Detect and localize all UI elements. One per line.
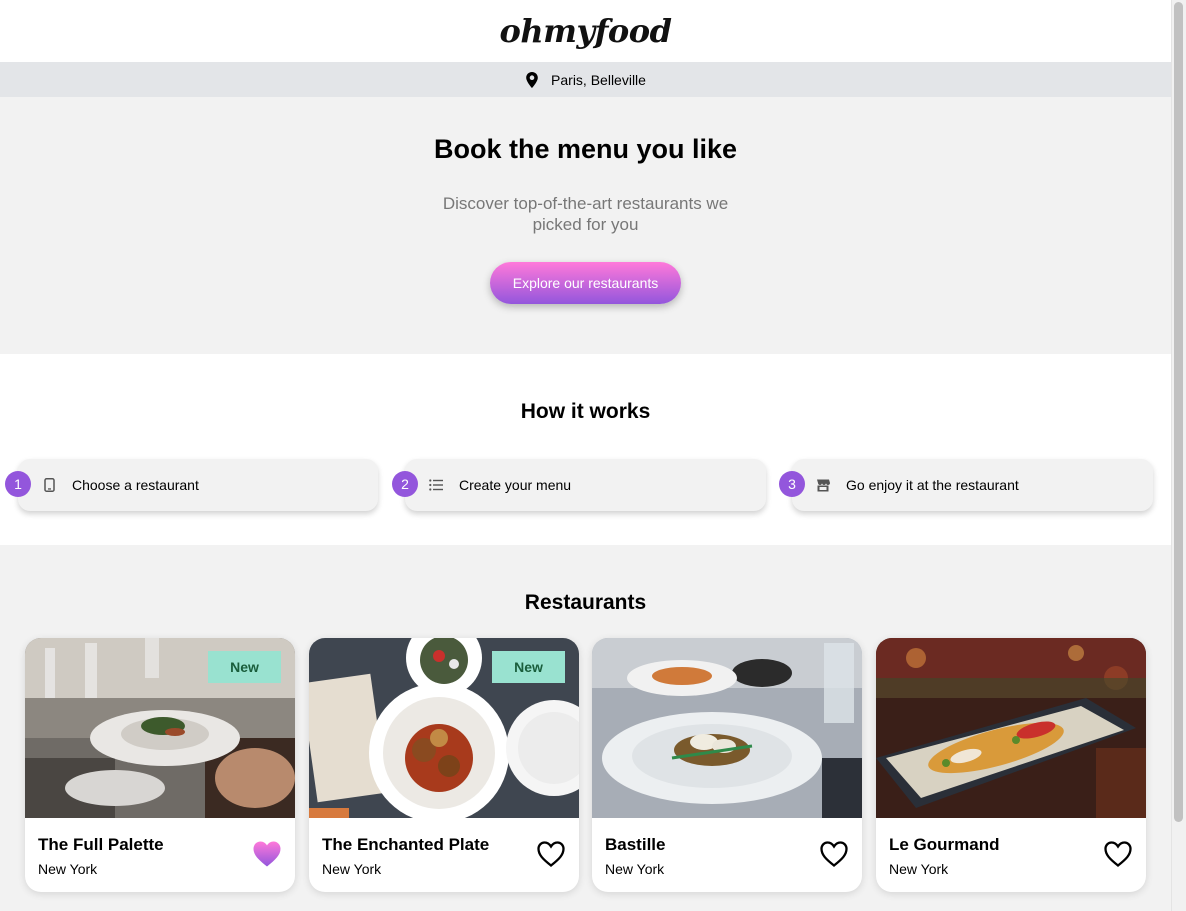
restaurants-title: Restaurants xyxy=(524,591,647,614)
hero-section: Book the menu you like Discover top-of-t… xyxy=(0,97,1171,354)
restaurant-photo xyxy=(592,638,862,818)
hero-title: Book the menu you like xyxy=(433,134,738,164)
hero-subtitle: Discover top-of-the-art restaurants we p… xyxy=(442,194,729,234)
restaurant-card-bastille[interactable]: Bastille New York xyxy=(592,638,862,892)
heart-outline-icon[interactable] xyxy=(819,840,849,868)
how-it-works-section: How it works 1 Choose a restaurant 2 Cre… xyxy=(0,354,1171,545)
storefront-icon xyxy=(816,478,830,492)
step-choose-restaurant: 1 Choose a restaurant xyxy=(5,459,378,511)
steps-list: 1 Choose a restaurant 2 Create your menu… xyxy=(0,447,1171,511)
restaurant-cards: New The Full Palette New York New The En… xyxy=(0,638,1171,898)
restaurant-card-le-gourmand[interactable]: Le Gourmand New York xyxy=(876,638,1146,892)
explore-restaurants-button[interactable]: Explore our restaurants xyxy=(489,262,682,304)
restaurant-city: New York xyxy=(322,861,382,877)
how-it-works-title: How it works xyxy=(520,400,651,423)
scrollbar[interactable] xyxy=(1171,0,1186,911)
restaurant-photo xyxy=(876,638,1146,818)
location-bar[interactable]: Paris, Belleville xyxy=(0,62,1171,97)
location-text: Paris, Belleville xyxy=(551,71,646,88)
step-label: Go enjoy it at the restaurant xyxy=(846,477,1019,493)
restaurant-city: New York xyxy=(889,861,949,877)
heart-outline-icon[interactable] xyxy=(536,840,566,868)
location-pin-icon xyxy=(526,71,538,88)
restaurant-city: New York xyxy=(605,861,665,877)
list-icon xyxy=(429,478,443,492)
restaurant-card-full-palette[interactable]: New The Full Palette New York xyxy=(25,638,295,892)
step-number: 1 xyxy=(5,471,31,497)
step-number: 3 xyxy=(779,471,805,497)
restaurant-photo: New xyxy=(25,638,295,818)
step-label: Create your menu xyxy=(459,477,572,493)
logo[interactable]: ohmyfood xyxy=(500,12,672,50)
top-header: ohmyfood xyxy=(0,0,1171,62)
restaurant-name: Bastille xyxy=(605,835,666,854)
mobile-phone-icon xyxy=(42,478,56,492)
step-label: Choose a restaurant xyxy=(72,477,199,493)
new-badge: New xyxy=(208,651,281,683)
restaurant-name: The Enchanted Plate xyxy=(322,835,490,854)
new-badge: New xyxy=(492,651,565,683)
restaurant-card-enchanted-plate[interactable]: New The Enchanted Plate New York xyxy=(309,638,579,892)
heart-filled-icon[interactable] xyxy=(252,840,282,868)
restaurant-name: The Full Palette xyxy=(38,835,164,854)
heart-outline-icon[interactable] xyxy=(1103,840,1133,868)
page: ohmyfood Paris, Belleville Book the menu… xyxy=(0,0,1171,911)
restaurant-photo: New xyxy=(309,638,579,818)
restaurant-name: Le Gourmand xyxy=(889,835,1000,854)
restaurant-city: New York xyxy=(38,861,98,877)
step-enjoy-restaurant: 3 Go enjoy it at the restaurant xyxy=(779,459,1153,511)
step-number: 2 xyxy=(392,471,418,497)
restaurants-section: Restaurants New The Full Palette New Yor… xyxy=(0,545,1171,911)
step-create-menu: 2 Create your menu xyxy=(392,459,766,511)
scrollbar-thumb[interactable] xyxy=(1174,2,1183,822)
